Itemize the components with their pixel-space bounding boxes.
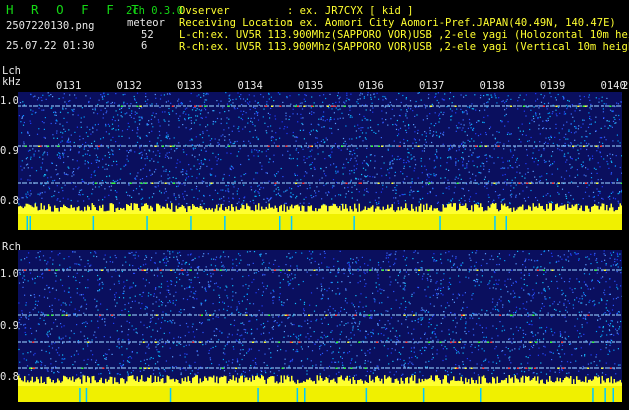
- app-title: H R O F F T: [6, 2, 144, 17]
- time-label-0136: 0136: [358, 80, 384, 92]
- datetime: 25.07.22 01:30: [6, 40, 95, 52]
- mode-label: 2ch 0.3.0: [126, 5, 183, 17]
- rch-tick-0-9: 0.9: [0, 320, 19, 332]
- observer-value: : ex. JR7CYX [ kid ]: [287, 5, 414, 17]
- filename: 2507220130.png: [6, 20, 95, 32]
- lch-unit: kHz: [2, 76, 21, 88]
- rch-tick-0-8: 0.8: [0, 371, 19, 383]
- observer-label: Ovserver: [179, 5, 230, 17]
- time-label-0137: 0137: [419, 80, 445, 92]
- count-rch: 6: [141, 40, 148, 52]
- lch-tick-0-9: 0.9: [0, 145, 19, 157]
- lch-spectrogram-canvas: [18, 92, 622, 230]
- time-label-0132: 0132: [116, 80, 142, 92]
- time-label-0138: 0138: [479, 80, 505, 92]
- time-label-partial: 2: [622, 80, 629, 92]
- location-label: Receiving Location: [179, 17, 293, 29]
- location-value: : ex. Aomori City Aomori-Pref.JAPAN(40.4…: [287, 17, 616, 29]
- lch-setup: L-ch:ex. UV5R 113.900Mhz(SAPPORO VOR)USB…: [179, 29, 629, 41]
- rch-spectrogram-canvas: [18, 250, 622, 402]
- lch-spectrogram: [18, 92, 622, 230]
- rch-setup: R-ch:ex. UV5R 113.900Mhz(SAPPORO VOR)USB…: [179, 41, 629, 53]
- event-label: meteor: [127, 17, 165, 29]
- rch-tick-1-0: 1.0: [0, 268, 19, 280]
- time-label-0134: 0134: [237, 80, 263, 92]
- rch-spectrogram: [18, 250, 622, 402]
- time-label-0135: 0135: [298, 80, 324, 92]
- lch-tick-0-8: 0.8: [0, 195, 19, 207]
- time-label-0131: 0131: [56, 80, 82, 92]
- lch-tick-1-0: 1.0: [0, 95, 19, 107]
- time-label-0139: 0139: [540, 80, 566, 92]
- header: H R O F F T 2ch 0.3.0 2507220130.png met…: [0, 0, 629, 74]
- time-label-0133: 0133: [177, 80, 203, 92]
